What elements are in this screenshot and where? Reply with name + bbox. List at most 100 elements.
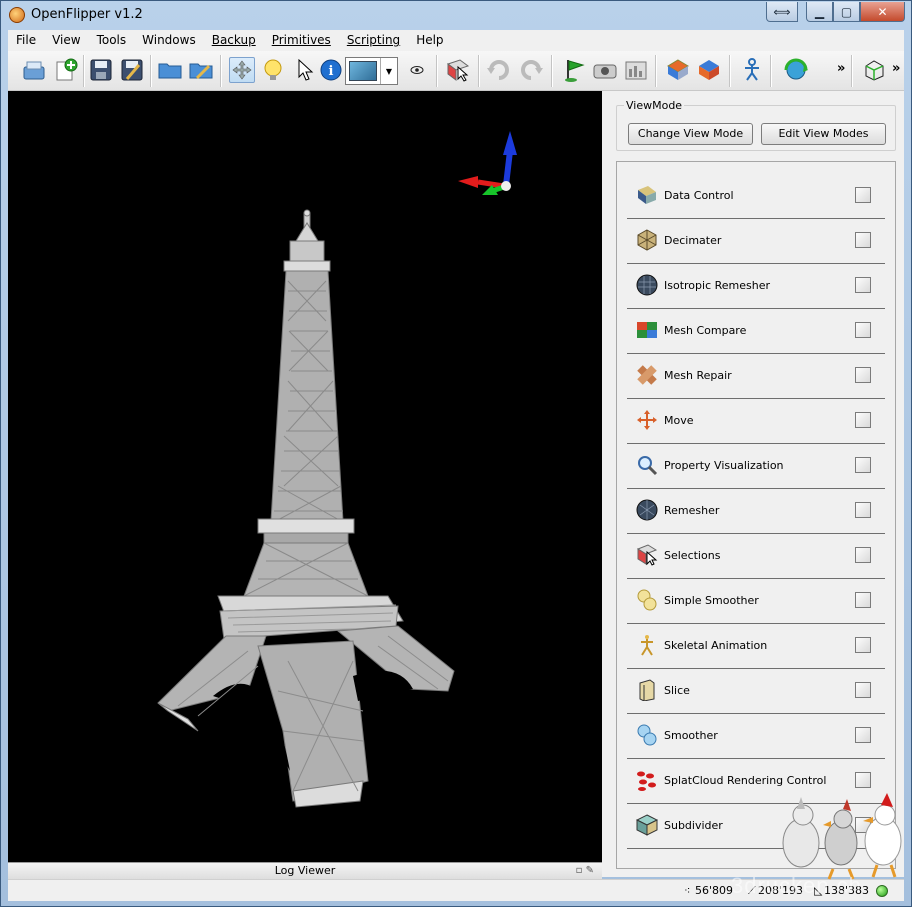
rotate-icon[interactable] xyxy=(783,57,809,83)
plugin-toggle-checkbox[interactable] xyxy=(855,772,871,788)
toolbox-panel: ViewMode Change View Mode Edit View Mode… xyxy=(602,91,904,877)
vertex-count-icon: ⁖ xyxy=(684,884,691,897)
vertex-count: 56'809 xyxy=(695,884,734,897)
plugin-name: Decimater xyxy=(664,234,722,247)
mesh-repair-icon xyxy=(637,365,657,385)
menu-scripting[interactable]: Scripting xyxy=(339,30,408,51)
light-mode-icon[interactable] xyxy=(260,57,286,83)
maximize-button[interactable]: ▢ xyxy=(833,2,860,22)
redo-icon[interactable] xyxy=(518,57,544,83)
remesher-icon xyxy=(636,499,658,521)
plugin-name: Subdivider xyxy=(664,819,723,832)
plugin-toggle-checkbox[interactable] xyxy=(855,277,871,293)
openflipper-app-icon xyxy=(9,7,25,23)
change-view-mode-button[interactable]: Change View Mode xyxy=(628,123,753,145)
flag-icon[interactable] xyxy=(561,57,587,83)
plugin-item-selections[interactable]: Selections xyxy=(627,534,885,579)
plugin-toggle-checkbox[interactable] xyxy=(855,187,871,203)
viewmode-title: ViewMode xyxy=(624,99,685,112)
select-icon[interactable] xyxy=(445,57,471,83)
load-icon[interactable] xyxy=(21,57,47,83)
menu-view[interactable]: View xyxy=(44,30,88,51)
plugin-item-slice[interactable]: Slice xyxy=(627,669,885,714)
toolbar-overflow-button-2[interactable]: » xyxy=(892,61,900,76)
info-icon[interactable]: i xyxy=(318,57,344,83)
status-led-icon xyxy=(876,885,888,897)
toolbar-separator xyxy=(655,55,657,87)
log-viewer-bar[interactable]: Log Viewer ▫ ✎ xyxy=(8,862,602,879)
move-mode-icon[interactable] xyxy=(229,57,255,83)
plugin-name: Selections xyxy=(664,549,721,562)
plugin-item-mesh-compare[interactable]: Mesh Compare xyxy=(627,309,885,354)
toolbar-separator xyxy=(729,55,731,87)
menu-help[interactable]: Help xyxy=(408,30,451,51)
plugin-toggle-checkbox[interactable] xyxy=(855,637,871,653)
snapshot-icon[interactable] xyxy=(592,57,618,83)
svg-text:i: i xyxy=(329,64,334,79)
plugin-item-data-control[interactable]: Data Control xyxy=(627,174,885,219)
plugin-item-mesh-repair[interactable]: Mesh Repair xyxy=(627,354,885,399)
window-controls: ⟺ ▁ ▢ ✕ xyxy=(766,2,905,22)
eye-icon[interactable] xyxy=(404,57,430,83)
minimize-button[interactable]: ▁ xyxy=(806,2,833,22)
save-as-icon[interactable] xyxy=(119,57,145,83)
plugin-name: Smoother xyxy=(664,729,718,742)
menu-file[interactable]: File xyxy=(8,30,44,51)
bounding-box-icon[interactable] xyxy=(861,57,887,83)
plugin-item-move[interactable]: Move xyxy=(627,399,885,444)
eiffel-tower-model xyxy=(157,209,455,808)
plugin-item-skeletal-animation[interactable]: Skeletal Animation xyxy=(627,624,885,669)
save-icon[interactable] xyxy=(88,57,114,83)
screenshot-icon[interactable] xyxy=(623,57,649,83)
plugin-item-remesher[interactable]: Remesher xyxy=(627,489,885,534)
plugin-toggle-checkbox[interactable] xyxy=(855,727,871,743)
title-bar[interactable]: OpenFlipper v1.2 ⟺ ▁ ▢ ✕ xyxy=(1,1,911,30)
coordinate-axes xyxy=(458,131,517,195)
edit-view-modes-button[interactable]: Edit View Modes xyxy=(761,123,886,145)
menu-tools[interactable]: Tools xyxy=(89,30,135,51)
add-empty-object-icon[interactable] xyxy=(53,57,79,83)
edit-folder-icon[interactable] xyxy=(188,57,214,83)
open-folder-icon[interactable] xyxy=(157,57,183,83)
plugin-item-isotropic-remesher[interactable]: Isotropic Remesher xyxy=(627,264,885,309)
pick-mode-icon[interactable] xyxy=(292,57,318,83)
menu-backup[interactable]: Backup xyxy=(204,30,264,51)
background-color-combo[interactable]: ▼ xyxy=(345,57,398,85)
toolbar-separator xyxy=(150,55,152,87)
data-control-icon xyxy=(638,186,656,204)
plugin-toggle-checkbox[interactable] xyxy=(855,412,871,428)
plugin-toggle-checkbox[interactable] xyxy=(855,682,871,698)
background-color-swatch xyxy=(349,61,377,81)
plugin-item-property-visualization[interactable]: Property Visualization xyxy=(627,444,885,489)
toolbar-overflow-button[interactable]: » xyxy=(837,61,845,76)
plugin-toggle-checkbox[interactable] xyxy=(855,502,871,518)
plugin-name: Property Visualization xyxy=(664,459,784,472)
skeleton-icon[interactable] xyxy=(739,57,765,83)
3d-viewport[interactable] xyxy=(8,91,602,877)
plugin-name: Remesher xyxy=(664,504,720,517)
plugin-toggle-checkbox[interactable] xyxy=(855,322,871,338)
plugin-toggle-checkbox[interactable] xyxy=(855,232,871,248)
close-button[interactable]: ✕ xyxy=(860,2,905,22)
plugin-name: Skeletal Animation xyxy=(664,639,768,652)
plugin-item-simple-smoother[interactable]: Simple Smoother xyxy=(627,579,885,624)
plugin-item-smoother[interactable]: Smoother xyxy=(627,714,885,759)
toolbar-separator xyxy=(83,55,85,87)
plugin-name: Move xyxy=(664,414,694,427)
stereo-icon[interactable] xyxy=(665,57,691,83)
plugin-toggle-checkbox[interactable] xyxy=(855,457,871,473)
move-icon xyxy=(637,410,657,430)
menu-windows[interactable]: Windows xyxy=(134,30,204,51)
plugin-toggle-checkbox[interactable] xyxy=(855,547,871,563)
toolbar-separator xyxy=(220,55,222,87)
undo-icon[interactable] xyxy=(486,57,512,83)
plugin-toggle-checkbox[interactable] xyxy=(855,592,871,608)
plugin-item-decimater[interactable]: Decimater xyxy=(627,219,885,264)
resize-icon[interactable]: ⟺ xyxy=(766,2,798,22)
plugin-toggle-checkbox[interactable] xyxy=(855,367,871,383)
menu-primitives[interactable]: Primitives xyxy=(264,30,339,51)
selections-icon xyxy=(636,544,658,566)
stereo-alt-icon[interactable] xyxy=(696,57,722,83)
pin-icon[interactable]: ▫ ✎ xyxy=(576,865,594,876)
skeletal-animation-icon xyxy=(641,635,653,656)
